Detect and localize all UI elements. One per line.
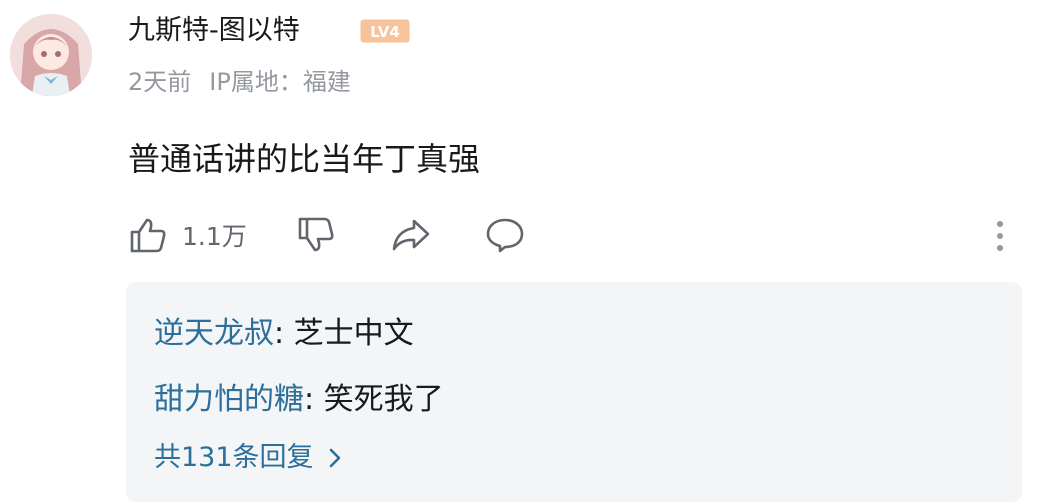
reply-text: 笑死我了 — [323, 382, 444, 417]
level-badge: LV4 — [360, 19, 410, 43]
more-vertical-icon — [997, 221, 1003, 251]
thumbs-down-icon — [298, 217, 334, 252]
avatar[interactable] — [10, 14, 92, 96]
view-all-replies-link[interactable]: 共131条回复 — [154, 438, 342, 478]
ip-location: IP属地：福建 — [209, 68, 351, 96]
dislike-button[interactable] — [296, 212, 336, 258]
reply-username[interactable]: 逆天龙叔 — [154, 316, 274, 351]
level-badge-text: LV4 — [370, 23, 400, 41]
reply-item[interactable]: 甜力怕的糖: 笑死我了 — [154, 378, 444, 422]
reply-preview-box: 逆天龙叔: 芝士中文 甜力怕的糖: 笑死我了 共131条回复 — [126, 282, 1022, 502]
comment-username[interactable]: 九斯特-图以特 — [128, 12, 300, 50]
like-button[interactable]: 1.1万 — [128, 212, 247, 258]
chevron-right-icon — [329, 448, 340, 468]
comment-actions: 1.1万 — [128, 212, 1008, 258]
share-icon — [392, 219, 430, 251]
like-count: 1.1万 — [182, 222, 247, 251]
reply-text: 芝士中文 — [293, 316, 414, 351]
total-replies-label: 共131条回复 — [154, 442, 314, 473]
reply-button[interactable] — [484, 212, 526, 258]
reply-separator: : — [304, 382, 324, 417]
comment-content: 普通话讲的比当年丁真强 — [128, 140, 481, 178]
comment-icon — [486, 218, 524, 253]
avatar-image — [10, 14, 92, 96]
reply-separator: : — [274, 316, 294, 351]
share-button[interactable] — [390, 212, 432, 258]
reply-item[interactable]: 逆天龙叔: 芝士中文 — [154, 312, 414, 356]
more-options-button[interactable] — [990, 212, 1010, 258]
reply-username[interactable]: 甜力怕的糖 — [154, 382, 304, 417]
thumbs-up-icon — [130, 218, 166, 253]
comment-meta: 2天前 IP属地：福建 — [128, 64, 351, 100]
comment-time: 2天前 — [128, 68, 192, 96]
